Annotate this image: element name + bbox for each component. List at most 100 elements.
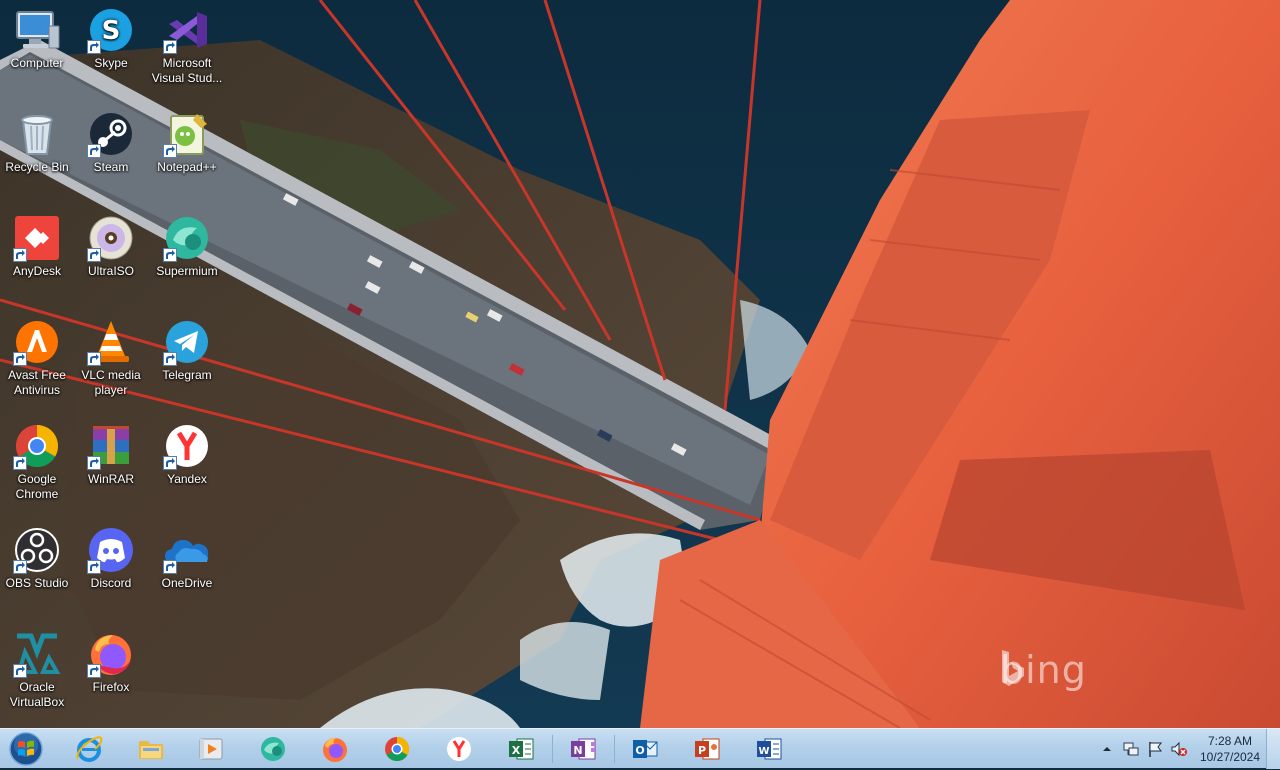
shortcut-arrow-icon (87, 560, 101, 574)
shortcut-arrow-icon (13, 248, 27, 262)
taskbar-excel[interactable]: X (494, 731, 548, 767)
desktop-icon-discord[interactable]: Discord (74, 520, 148, 591)
shortcut-arrow-icon (87, 144, 101, 158)
desktop-icon-computer[interactable]: Computer (0, 0, 74, 71)
taskbar: X N O P W 7:28 AM 10/27/2024 (0, 728, 1280, 769)
shortcut-arrow-icon (163, 144, 177, 158)
desktop-icon-label: Telegram (162, 368, 212, 382)
ultraiso-icon (87, 214, 135, 262)
desktop-icon-obs-studio[interactable]: OBS Studio (0, 520, 74, 591)
firefox-icon (87, 630, 135, 678)
desktop-icon-area: Computer S Skype Microsoft Visual Stud..… (0, 0, 240, 728)
taskbar-chrome[interactable] (370, 731, 424, 767)
recycle-bin-icon (13, 110, 61, 158)
supermium-icon (261, 737, 285, 761)
avast-icon (13, 318, 61, 366)
notepad-plus-plus-icon (163, 110, 211, 158)
taskbar-internet-explorer[interactable] (62, 731, 116, 767)
clock-time: 7:28 AM (1207, 734, 1253, 748)
winrar-icon (87, 422, 135, 470)
action-center-tray-button[interactable] (1146, 740, 1164, 758)
shortcut-arrow-icon (87, 248, 101, 262)
svg-text:O: O (635, 744, 644, 757)
desktop-icon-anydesk[interactable]: AnyDesk (0, 208, 74, 279)
network-icon (1123, 742, 1139, 756)
discord-icon (87, 526, 135, 574)
supermium-icon (163, 214, 211, 262)
obs-icon (13, 526, 61, 574)
desktop-icon-label: Discord (90, 576, 132, 590)
desktop-icon-supermium[interactable]: Supermium (150, 208, 224, 279)
taskbar-firefox[interactable] (308, 731, 362, 767)
chevron-up-icon (1103, 747, 1111, 751)
desktop-icon-ultraiso[interactable]: UltraISO (74, 208, 148, 279)
taskbar-word[interactable]: W (742, 731, 796, 767)
taskbar-separator (552, 735, 553, 763)
desktop-icon-telegram[interactable]: Telegram (150, 312, 224, 383)
start-button[interactable] (6, 731, 46, 767)
firefox-icon (323, 738, 347, 762)
skype-icon: S (87, 6, 135, 54)
telegram-icon (163, 318, 211, 366)
show-desktop-button[interactable] (1266, 729, 1280, 769)
desktop-icon-google-chrome[interactable]: Google Chrome (0, 416, 74, 502)
clock[interactable]: 7:28 AM 10/27/2024 (1192, 733, 1268, 765)
svg-text:S: S (102, 16, 121, 46)
desktop-icon-recycle-bin[interactable]: Recycle Bin (0, 104, 74, 175)
taskbar-yandex[interactable] (432, 731, 486, 767)
desktop-icon-label: OBS Studio (5, 576, 69, 590)
onenote-icon: N (571, 738, 596, 760)
volume-muted-icon (1171, 741, 1187, 757)
desktop-icon-vlc[interactable]: VLC media player (74, 312, 148, 398)
steam-icon (87, 110, 135, 158)
shortcut-arrow-icon (163, 248, 177, 262)
computer-icon (13, 6, 61, 54)
desktop-icon-skype[interactable]: S Skype (74, 0, 148, 71)
shortcut-arrow-icon (87, 40, 101, 54)
desktop-icon-label: Steam (93, 160, 129, 174)
taskbar-media-player[interactable] (184, 731, 238, 767)
word-icon: W (757, 738, 782, 760)
volume-tray-button[interactable] (1170, 740, 1188, 758)
anydesk-icon (13, 214, 61, 262)
desktop-icon-label: UltraISO (87, 264, 134, 278)
taskbar-powerpoint[interactable]: P (680, 731, 734, 767)
file-explorer-icon (139, 741, 163, 759)
taskbar-supermium[interactable] (246, 731, 300, 767)
excel-icon: X (509, 738, 534, 760)
desktop-icon-onedrive[interactable]: OneDrive (150, 520, 224, 591)
desktop-icon-visual-studio[interactable]: Microsoft Visual Stud... (150, 0, 224, 86)
taskbar-onenote[interactable]: N (556, 731, 610, 767)
network-tray-button[interactable] (1122, 740, 1140, 758)
shortcut-arrow-icon (87, 456, 101, 470)
desktop-icon-label: WinRAR (87, 472, 134, 486)
desktop-icon-oracle-virtualbox[interactable]: Oracle VirtualBox (0, 624, 74, 710)
bing-logo-icon (1002, 650, 1024, 686)
desktop-icon-notepad-plus-plus[interactable]: Notepad++ (150, 104, 224, 175)
shortcut-arrow-icon (87, 664, 101, 678)
shortcut-arrow-icon (13, 352, 27, 366)
desktop-icon-label: Notepad++ (157, 160, 217, 174)
taskbar-outlook[interactable]: O (618, 731, 672, 767)
desktop-icon-label: Computer (10, 56, 64, 70)
shortcut-arrow-icon (13, 456, 27, 470)
desktop-icon-label: Skype (94, 56, 128, 70)
taskbar-file-explorer[interactable] (124, 731, 178, 767)
svg-text:X: X (512, 744, 521, 757)
chrome-icon (13, 422, 61, 470)
desktop-icon-label: Supermium (156, 264, 218, 278)
shortcut-arrow-icon (13, 664, 27, 678)
taskbar-separator (614, 735, 615, 763)
desktop-icon-yandex[interactable]: Yandex (150, 416, 224, 487)
shortcut-arrow-icon (163, 40, 177, 54)
desktop-icon-winrar[interactable]: WinRAR (74, 416, 148, 487)
desktop-icon-avast[interactable]: Avast Free Antivirus (0, 312, 74, 398)
desktop-icon-label: Recycle Bin (5, 160, 69, 174)
desktop-icon-steam[interactable]: Steam (74, 104, 148, 175)
show-hidden-icons-button[interactable] (1098, 740, 1116, 758)
vlc-icon (87, 318, 135, 366)
desktop-icon-firefox[interactable]: Firefox (74, 624, 148, 695)
shortcut-arrow-icon (163, 352, 177, 366)
desktop-icon-label: Avast Free Antivirus (8, 368, 66, 397)
powerpoint-icon: P (695, 738, 720, 760)
